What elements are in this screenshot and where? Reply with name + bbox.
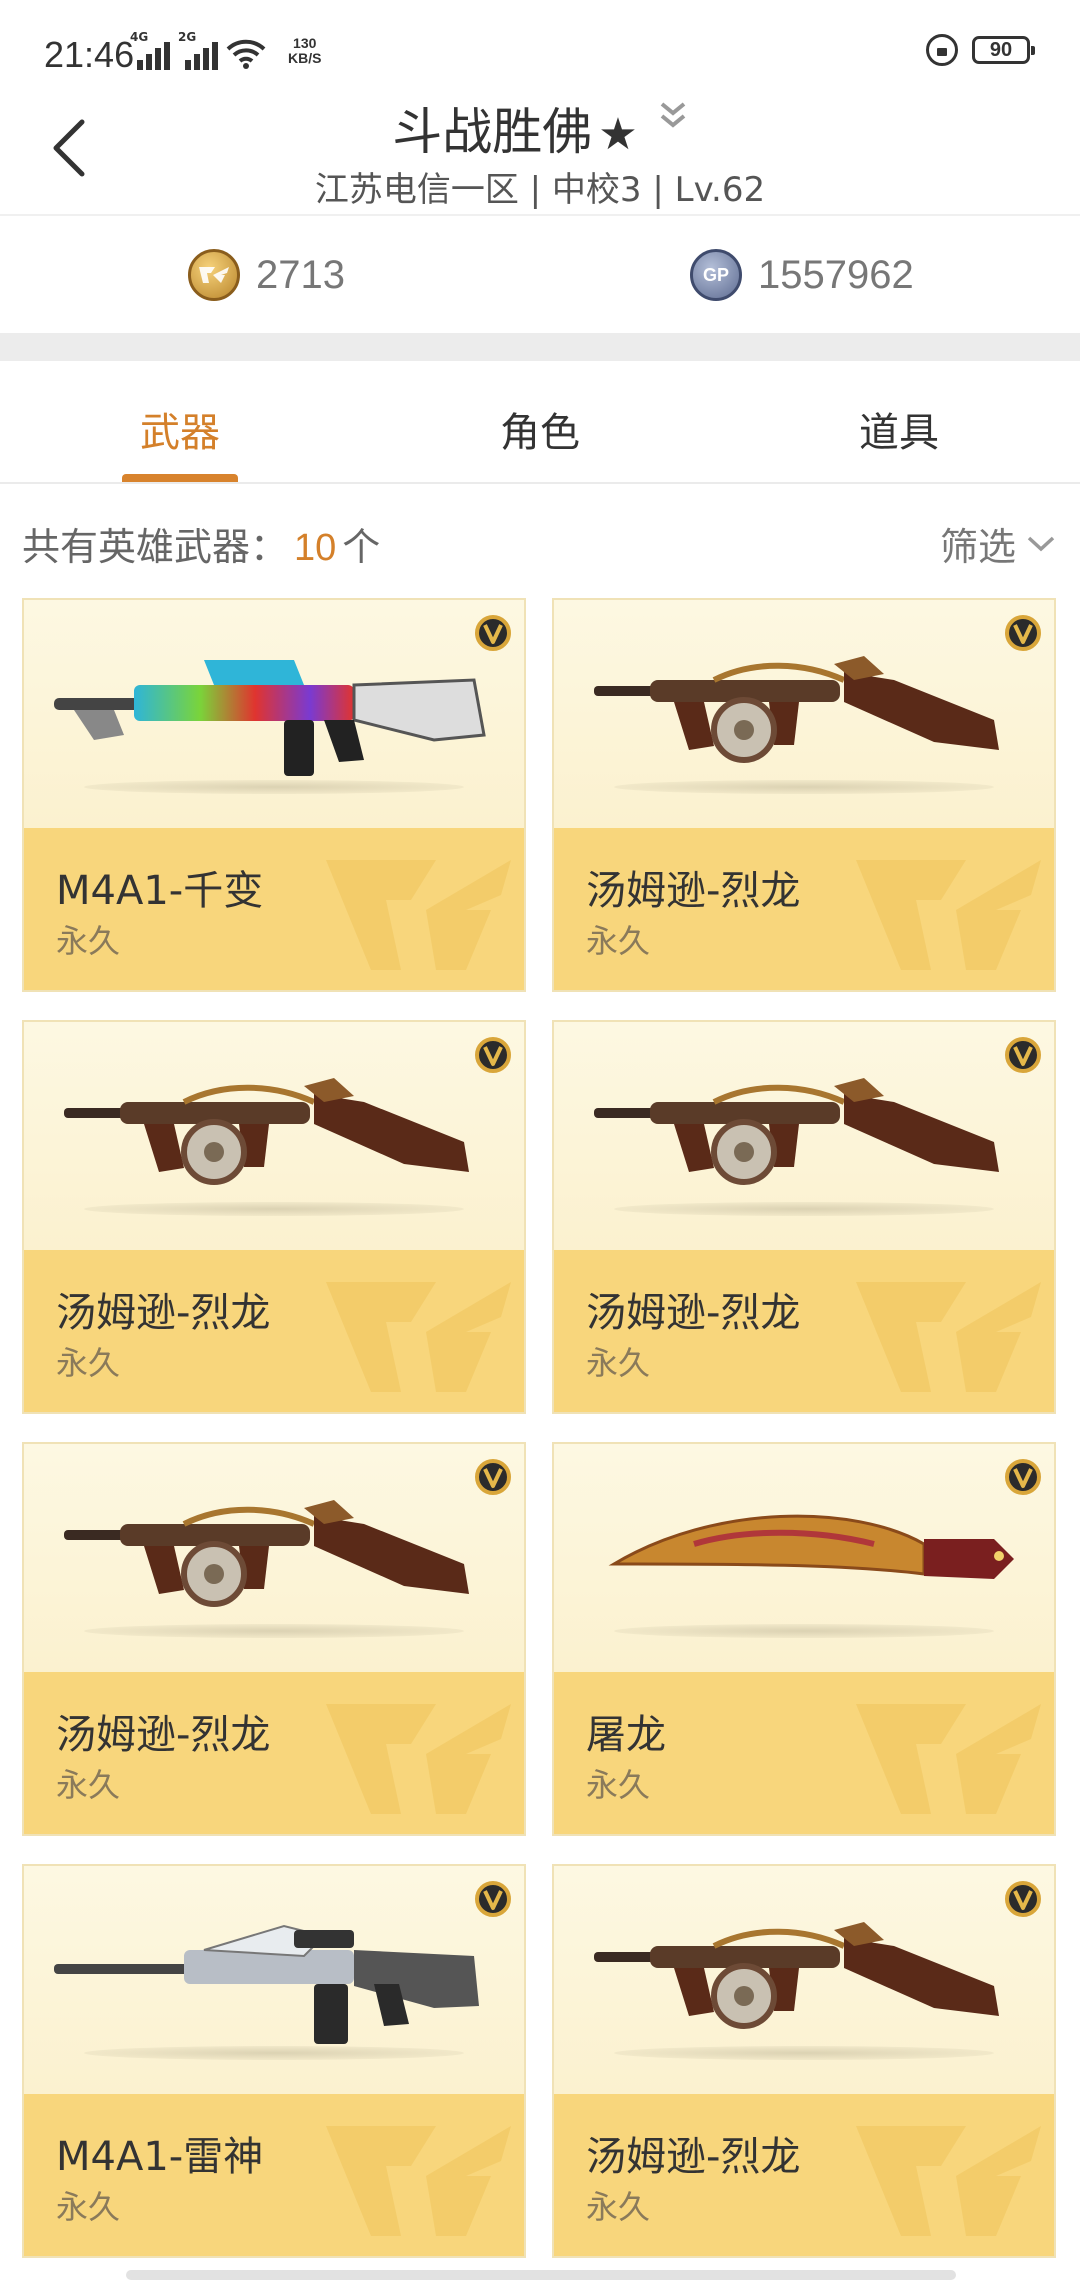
active-tab-indicator: [122, 474, 238, 482]
weapon-info: 汤姆逊-烈龙 永久: [554, 2094, 1054, 2256]
tommy-gun-icon: [594, 1078, 999, 1185]
weapon-name: 汤姆逊-烈龙: [586, 1290, 801, 1336]
weapon-card-6[interactable]: 屠龙 永久: [552, 1442, 1056, 1836]
weapon-info: 汤姆逊-烈龙 永久: [24, 1672, 524, 1834]
weapon-card-7[interactable]: M4A1-雷神 永久: [22, 1864, 526, 2258]
weapon-image: [24, 600, 524, 828]
vip-badge-icon: [1005, 1037, 1041, 1073]
weapon-image: [24, 1022, 524, 1250]
tommy-gun-icon: [64, 1078, 469, 1185]
tab-bar: 武器 角色 道具: [0, 362, 1080, 484]
weapon-name: 汤姆逊-烈龙: [56, 1290, 271, 1336]
cf-amount: 2713: [256, 252, 345, 297]
status-time: 21:46: [44, 34, 135, 75]
weapon-duration: 永久: [56, 1344, 121, 1382]
vip-badge-icon: [475, 615, 511, 651]
weapon-duration: 永久: [586, 922, 651, 960]
vip-badge-icon: [1005, 1881, 1041, 1917]
tab-weapons[interactable]: 武器: [140, 400, 220, 458]
filter-label: 筛选: [939, 525, 1016, 569]
weapon-name: 汤姆逊-烈龙: [586, 2134, 801, 2180]
battery-icon: 90: [972, 36, 1035, 64]
weapon-duration: 永久: [56, 2188, 121, 2226]
star-icon: ★: [598, 109, 638, 160]
section-separator: [0, 333, 1080, 361]
weapon-duration: 永久: [586, 2188, 651, 2226]
cf-watermark-icon: [326, 1704, 511, 1814]
gp-amount: 1557962: [758, 252, 914, 297]
double-chevron-down-icon[interactable]: [658, 100, 688, 132]
weapon-name: 汤姆逊-烈龙: [586, 868, 801, 914]
cf-points: 2713: [188, 240, 345, 310]
weapon-name: M4A1-雷神: [56, 2134, 264, 2180]
weapon-image: [554, 600, 1054, 828]
cf-watermark-icon: [326, 2126, 511, 2236]
vip-badge-icon: [475, 1037, 511, 1073]
vip-badge-icon: [475, 1881, 511, 1917]
cf-coin-icon: [188, 249, 240, 301]
gp-coin-icon: GP: [690, 249, 742, 301]
vip-badge-icon: [475, 1459, 511, 1495]
rifle-rainbow-icon: [54, 660, 486, 776]
cf-watermark-icon: [326, 1282, 511, 1392]
tommy-gun-icon: [594, 1922, 999, 2029]
wifi-icon: [226, 39, 266, 69]
weapon-duration: 永久: [56, 1766, 121, 1804]
rotation-lock-icon: [926, 34, 958, 66]
weapon-card-2[interactable]: 汤姆逊-烈龙 永久: [552, 598, 1056, 992]
cf-watermark-icon: [856, 1704, 1041, 1814]
weapon-card-4[interactable]: 汤姆逊-烈龙 永久: [552, 1020, 1056, 1414]
weapon-image: [554, 1866, 1054, 2094]
weapon-info: 屠龙 永久: [554, 1672, 1054, 1834]
weapon-image: [554, 1022, 1054, 1250]
tab-items[interactable]: 道具: [859, 400, 939, 458]
weapon-info: 汤姆逊-烈龙 永久: [24, 1250, 524, 1412]
weapon-count: 共有英雄武器： 10 个: [22, 525, 381, 569]
chevron-down-icon: [1027, 536, 1055, 551]
weapon-image: [24, 1444, 524, 1672]
weapon-duration: 永久: [56, 922, 121, 960]
divider: [0, 214, 1080, 216]
weapon-image: [24, 1866, 524, 2094]
weapon-count-number: 10: [294, 527, 337, 569]
weapon-info: 汤姆逊-烈龙 永久: [554, 1250, 1054, 1412]
weapon-info: 汤姆逊-烈龙 永久: [554, 828, 1054, 990]
weapon-info: M4A1-千变 永久: [24, 828, 524, 990]
filter-button[interactable]: 筛选: [940, 516, 1056, 571]
tommy-gun-icon: [64, 1500, 469, 1607]
weapon-card-1[interactable]: M4A1-千变 永久: [22, 598, 526, 992]
signal-4g-icon: 4G: [130, 30, 170, 70]
weapon-card-8[interactable]: 汤姆逊-烈龙 永久: [552, 1864, 1056, 2258]
weapon-duration: 永久: [586, 1344, 651, 1382]
account-subtitle: 江苏电信一区 | 中校3 | Lv.62: [314, 170, 766, 210]
rifle-silver-icon: [54, 1924, 479, 2044]
weapon-info: M4A1-雷神 永久: [24, 2094, 524, 2256]
page-title: 斗战胜佛: [392, 103, 593, 161]
vip-badge-icon: [1005, 1459, 1041, 1495]
vip-badge-icon: [1005, 615, 1041, 651]
tab-characters[interactable]: 角色: [500, 400, 580, 458]
weapon-card-5[interactable]: 汤姆逊-烈龙 永久: [22, 1442, 526, 1836]
weapon-name: 屠龙: [586, 1712, 666, 1758]
weapon-card-3[interactable]: 汤姆逊-烈龙 永久: [22, 1020, 526, 1414]
cf-watermark-icon: [856, 1282, 1041, 1392]
status-bar: 21:46 4G 2G 130 KB/S 90: [0, 0, 1080, 100]
header-title-row[interactable]: 斗战胜佛 ★: [0, 92, 1080, 164]
scroll-indicator: [126, 2270, 956, 2280]
gp-points: GP 1557962: [690, 240, 914, 310]
cf-watermark-icon: [326, 860, 511, 970]
weapon-duration: 永久: [586, 1766, 651, 1804]
weapon-image: [554, 1444, 1054, 1672]
cf-watermark-icon: [856, 860, 1041, 970]
network-indicators: 4G 2G: [130, 30, 266, 70]
signal-2g-icon: 2G: [178, 30, 218, 70]
dragon-blade-icon: [608, 1514, 1014, 1579]
weapon-name: 汤姆逊-烈龙: [56, 1712, 271, 1758]
tommy-gun-icon: [594, 656, 999, 763]
network-speed: 130 KB/S: [288, 35, 322, 66]
cf-watermark-icon: [856, 2126, 1041, 2236]
weapon-name: M4A1-千变: [56, 868, 264, 914]
